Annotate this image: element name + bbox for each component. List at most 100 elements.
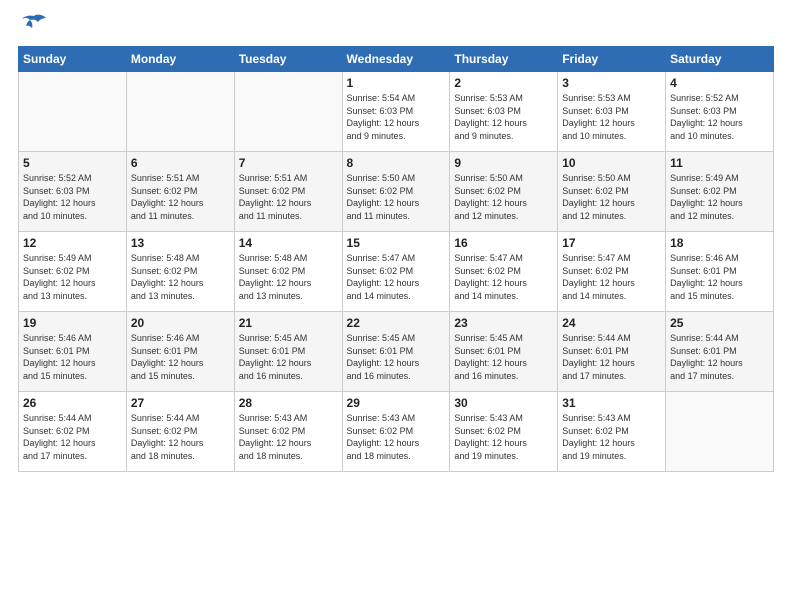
- day-number: 29: [347, 396, 446, 410]
- day-info: Sunrise: 5:48 AM Sunset: 6:02 PM Dayligh…: [131, 252, 230, 302]
- calendar-cell: 14 Sunrise: 5:48 AM Sunset: 6:02 PM Dayli…: [234, 232, 342, 312]
- day-info: Sunrise: 5:46 AM Sunset: 6:01 PM Dayligh…: [23, 332, 122, 382]
- day-info: Sunrise: 5:50 AM Sunset: 6:02 PM Dayligh…: [454, 172, 553, 222]
- weekday-header-thursday: Thursday: [450, 47, 558, 72]
- logo-bird-icon: [20, 14, 48, 36]
- calendar-cell: 18 Sunrise: 5:46 AM Sunset: 6:01 PM Dayli…: [666, 232, 774, 312]
- calendar-cell: 23Sunrise: 5:45 AM Sunset: 6:01 PM Dayli…: [450, 312, 558, 392]
- calendar-cell: 4 Sunrise: 5:52 AM Sunset: 6:03 PM Daylig…: [666, 72, 774, 152]
- weekday-header-row: SundayMondayTuesdayWednesdayThursdayFrid…: [19, 47, 774, 72]
- calendar-cell: 21 Sunrise: 5:45 AM Sunset: 6:01 PM Dayli…: [234, 312, 342, 392]
- day-info: Sunrise: 5:43 AM Sunset: 6:02 PM Dayligh…: [239, 412, 338, 462]
- day-info: Sunrise: 5:45 AM Sunset: 6:01 PM Dayligh…: [347, 332, 446, 382]
- day-info: Sunrise: 5:44 AM Sunset: 6:01 PM Dayligh…: [670, 332, 769, 382]
- day-info: Sunrise: 5:52 AM Sunset: 6:03 PM Dayligh…: [23, 172, 122, 222]
- calendar-cell: 28 Sunrise: 5:43 AM Sunset: 6:02 PM Dayli…: [234, 392, 342, 472]
- weekday-header-saturday: Saturday: [666, 47, 774, 72]
- week-row-3: 12 Sunrise: 5:49 AM Sunset: 6:02 PM Dayli…: [19, 232, 774, 312]
- calendar-cell: 2 Sunrise: 5:53 AM Sunset: 6:03 PM Daylig…: [450, 72, 558, 152]
- calendar-cell: 26 Sunrise: 5:44 AM Sunset: 6:02 PM Dayli…: [19, 392, 127, 472]
- calendar-cell: 29 Sunrise: 5:43 AM Sunset: 6:02 PM Dayli…: [342, 392, 450, 472]
- day-info: Sunrise: 5:50 AM Sunset: 6:02 PM Dayligh…: [347, 172, 446, 222]
- calendar-cell: 22 Sunrise: 5:45 AM Sunset: 6:01 PM Dayli…: [342, 312, 450, 392]
- logo: [18, 18, 48, 36]
- day-number: 19: [23, 316, 122, 330]
- calendar-cell: 11 Sunrise: 5:49 AM Sunset: 6:02 PM Dayli…: [666, 152, 774, 232]
- calendar-cell: 5 Sunrise: 5:52 AM Sunset: 6:03 PM Daylig…: [19, 152, 127, 232]
- day-number: 4: [670, 76, 769, 90]
- day-number: 24: [562, 316, 661, 330]
- weekday-header-wednesday: Wednesday: [342, 47, 450, 72]
- day-info: Sunrise: 5:44 AM Sunset: 6:02 PM Dayligh…: [23, 412, 122, 462]
- calendar-cell: 31 Sunrise: 5:43 AM Sunset: 6:02 PM Dayli…: [558, 392, 666, 472]
- day-number: 12: [23, 236, 122, 250]
- day-number: 14: [239, 236, 338, 250]
- calendar-page: SundayMondayTuesdayWednesdayThursdayFrid…: [0, 0, 792, 612]
- day-info: Sunrise: 5:49 AM Sunset: 6:02 PM Dayligh…: [670, 172, 769, 222]
- day-number: 21: [239, 316, 338, 330]
- day-info: Sunrise: 5:51 AM Sunset: 6:02 PM Dayligh…: [131, 172, 230, 222]
- day-info: Sunrise: 5:44 AM Sunset: 6:01 PM Dayligh…: [562, 332, 661, 382]
- day-info: Sunrise: 5:53 AM Sunset: 6:03 PM Dayligh…: [562, 92, 661, 142]
- day-info: Sunrise: 5:53 AM Sunset: 6:03 PM Dayligh…: [454, 92, 553, 142]
- week-row-1: 1 Sunrise: 5:54 AM Sunset: 6:03 PM Daylig…: [19, 72, 774, 152]
- day-info: Sunrise: 5:49 AM Sunset: 6:02 PM Dayligh…: [23, 252, 122, 302]
- calendar-cell: [19, 72, 127, 152]
- day-info: Sunrise: 5:45 AM Sunset: 6:01 PM Dayligh…: [239, 332, 338, 382]
- day-info: Sunrise: 5:46 AM Sunset: 6:01 PM Dayligh…: [131, 332, 230, 382]
- day-number: 28: [239, 396, 338, 410]
- day-info: Sunrise: 5:43 AM Sunset: 6:02 PM Dayligh…: [454, 412, 553, 462]
- calendar-cell: [126, 72, 234, 152]
- header: [18, 18, 774, 36]
- day-number: 2: [454, 76, 553, 90]
- calendar-cell: 8 Sunrise: 5:50 AM Sunset: 6:02 PM Daylig…: [342, 152, 450, 232]
- day-number: 8: [347, 156, 446, 170]
- day-info: Sunrise: 5:44 AM Sunset: 6:02 PM Dayligh…: [131, 412, 230, 462]
- calendar-cell: 13Sunrise: 5:48 AM Sunset: 6:02 PM Dayli…: [126, 232, 234, 312]
- day-number: 25: [670, 316, 769, 330]
- calendar-cell: 15Sunrise: 5:47 AM Sunset: 6:02 PM Dayli…: [342, 232, 450, 312]
- calendar-cell: 6 Sunrise: 5:51 AM Sunset: 6:02 PM Daylig…: [126, 152, 234, 232]
- day-info: Sunrise: 5:48 AM Sunset: 6:02 PM Dayligh…: [239, 252, 338, 302]
- calendar-cell: 12 Sunrise: 5:49 AM Sunset: 6:02 PM Dayli…: [19, 232, 127, 312]
- calendar-cell: 7Sunrise: 5:51 AM Sunset: 6:02 PM Daylig…: [234, 152, 342, 232]
- day-info: Sunrise: 5:47 AM Sunset: 6:02 PM Dayligh…: [347, 252, 446, 302]
- week-row-2: 5 Sunrise: 5:52 AM Sunset: 6:03 PM Daylig…: [19, 152, 774, 232]
- day-info: Sunrise: 5:43 AM Sunset: 6:02 PM Dayligh…: [347, 412, 446, 462]
- day-number: 18: [670, 236, 769, 250]
- day-info: Sunrise: 5:54 AM Sunset: 6:03 PM Dayligh…: [347, 92, 446, 142]
- calendar-cell: 3 Sunrise: 5:53 AM Sunset: 6:03 PM Daylig…: [558, 72, 666, 152]
- calendar-cell: 16 Sunrise: 5:47 AM Sunset: 6:02 PM Dayli…: [450, 232, 558, 312]
- day-info: Sunrise: 5:47 AM Sunset: 6:02 PM Dayligh…: [454, 252, 553, 302]
- day-number: 16: [454, 236, 553, 250]
- day-number: 17: [562, 236, 661, 250]
- calendar-cell: 10Sunrise: 5:50 AM Sunset: 6:02 PM Dayli…: [558, 152, 666, 232]
- day-info: Sunrise: 5:52 AM Sunset: 6:03 PM Dayligh…: [670, 92, 769, 142]
- day-number: 9: [454, 156, 553, 170]
- calendar-cell: [666, 392, 774, 472]
- day-number: 30: [454, 396, 553, 410]
- calendar-cell: 17Sunrise: 5:47 AM Sunset: 6:02 PM Dayli…: [558, 232, 666, 312]
- day-number: 31: [562, 396, 661, 410]
- weekday-header-tuesday: Tuesday: [234, 47, 342, 72]
- day-number: 11: [670, 156, 769, 170]
- week-row-4: 19 Sunrise: 5:46 AM Sunset: 6:01 PM Dayli…: [19, 312, 774, 392]
- day-number: 3: [562, 76, 661, 90]
- day-number: 5: [23, 156, 122, 170]
- calendar-cell: 9 Sunrise: 5:50 AM Sunset: 6:02 PM Daylig…: [450, 152, 558, 232]
- day-number: 6: [131, 156, 230, 170]
- day-number: 1: [347, 76, 446, 90]
- day-number: 22: [347, 316, 446, 330]
- day-number: 23: [454, 316, 553, 330]
- calendar-cell: 27 Sunrise: 5:44 AM Sunset: 6:02 PM Dayli…: [126, 392, 234, 472]
- day-number: 27: [131, 396, 230, 410]
- day-info: Sunrise: 5:46 AM Sunset: 6:01 PM Dayligh…: [670, 252, 769, 302]
- day-number: 26: [23, 396, 122, 410]
- calendar-cell: 24 Sunrise: 5:44 AM Sunset: 6:01 PM Dayli…: [558, 312, 666, 392]
- day-number: 10: [562, 156, 661, 170]
- day-info: Sunrise: 5:43 AM Sunset: 6:02 PM Dayligh…: [562, 412, 661, 462]
- day-number: 7: [239, 156, 338, 170]
- day-number: 20: [131, 316, 230, 330]
- weekday-header-friday: Friday: [558, 47, 666, 72]
- calendar-cell: [234, 72, 342, 152]
